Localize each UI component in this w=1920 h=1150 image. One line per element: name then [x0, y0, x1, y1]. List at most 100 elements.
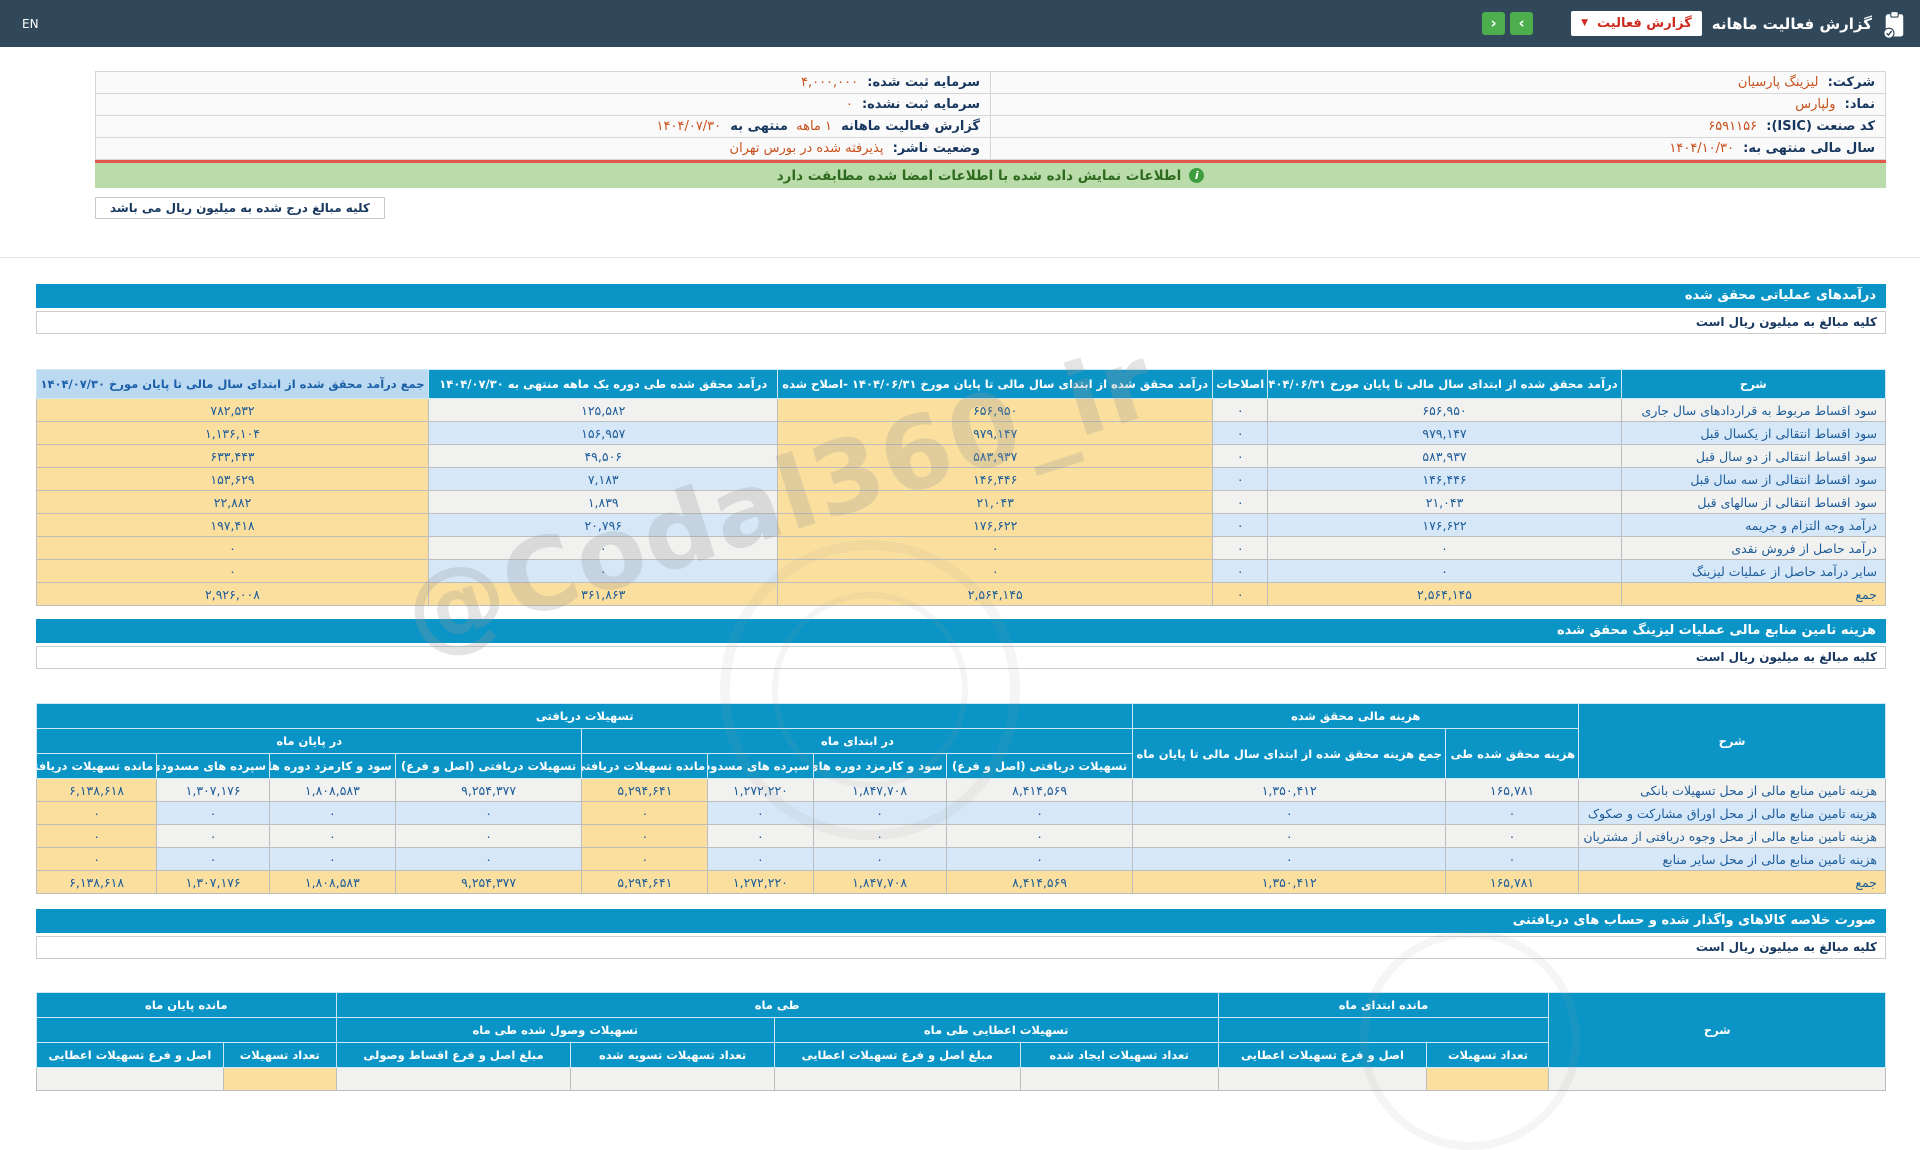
column-header-facilities-principal-end: تسهیلات دریافتی (اصل و فرع)	[394, 753, 583, 779]
value-cell: ۰	[35, 824, 158, 848]
value-cell: ۰	[35, 559, 430, 583]
value-cell: ۰	[1444, 847, 1580, 871]
value-cell	[570, 1067, 775, 1091]
column-header-facilities-created-count: تعداد تسهیلات ایجاد شده	[1019, 1042, 1219, 1068]
report-period-ending-label: منتهی به	[730, 119, 788, 134]
value-cell: ۰	[1211, 467, 1269, 491]
report-type-dropdown[interactable]: گزارش فعالیت ▼	[1571, 11, 1702, 36]
section-title-operating-revenue: درآمدهای عملیاتی محقق شده	[36, 284, 1886, 308]
value-cell: ۱,۱۳۶,۱۰۴	[35, 421, 430, 445]
isic-code-value: ۶۵۹۱۱۵۶	[1708, 119, 1758, 134]
value-cell: ۱۷۶,۶۲۲	[1267, 513, 1622, 537]
registered-capital-cell: سرمایه ثبت شده: ۴,۰۰۰,۰۰۰	[95, 71, 991, 94]
value-cell: ۰	[581, 801, 709, 825]
column-header-principal-granted-end: اصل و فرع تسهیلات اعطایی	[36, 1042, 224, 1068]
value-cell: ۸,۴۱۴,۵۶۹	[945, 870, 1134, 894]
column-header-facilities-count-end: تعداد تسهیلات	[222, 1042, 337, 1068]
company-info-table: شرکت: لیزینگ پارسیان سرمایه ثبت شده: ۴,۰…	[95, 71, 1886, 160]
ticker-label: نماد:	[1844, 97, 1875, 112]
registered-capital-value: ۴,۰۰۰,۰۰۰	[800, 75, 859, 90]
value-cell: ۰	[269, 824, 396, 848]
value-cell: ۰	[945, 847, 1134, 871]
value-cell: ۰	[1211, 490, 1269, 514]
chevron-right-icon: ›	[1518, 14, 1525, 32]
value-cell: ۲۱,۰۴۳	[777, 490, 1213, 514]
column-header-realized-until-0631: درآمد محقق شده از ابتدای سال مالی تا پای…	[1267, 369, 1622, 399]
value-cell: ۰	[394, 824, 583, 848]
row-label-cell: درآمد حاصل از فروش نقدی	[1620, 536, 1887, 560]
company-name-label: شرکت:	[1827, 75, 1875, 90]
value-cell: ۰	[945, 801, 1134, 825]
value-cell: ۲۰,۷۹۶	[428, 513, 779, 537]
value-cell: ۱۶۵,۷۸۱	[1444, 778, 1580, 802]
value-cell: ۱,۸۳۹	[428, 490, 779, 514]
value-cell: ۵۸۳,۹۳۷	[777, 444, 1213, 468]
value-cell: ۱,۲۷۲,۲۲۰	[707, 870, 814, 894]
language-toggle-en[interactable]: EN	[22, 17, 39, 31]
goods-receivables-table: شرح مانده ابتدای ماه طی ماه مانده پایان …	[36, 992, 1886, 1091]
value-cell: ۲,۹۲۶,۰۰۸	[35, 582, 430, 606]
report-type-dropdown-label: گزارش فعالیت	[1597, 16, 1692, 31]
value-cell: ۰	[812, 824, 947, 848]
column-header-principal-granted-begin: اصل و فرع تسهیلات اعطایی	[1217, 1042, 1428, 1068]
caret-down-icon: ▼	[1581, 18, 1589, 28]
value-cell: ۱,۳۵۰,۴۱۲	[1132, 778, 1446, 802]
value-cell: ۰	[156, 847, 271, 871]
column-header-adjustments: اصلاحات	[1211, 369, 1269, 399]
value-cell: ۰	[581, 847, 709, 871]
value-cell: ۹۷۹,۱۴۷	[1267, 421, 1622, 445]
amount-note-row: کلیه مبالغ درج شده به میلیون ریال می باش…	[95, 197, 1886, 219]
row-label-cell: جمع	[1578, 870, 1886, 894]
value-cell: ۱۴۶,۴۴۶	[777, 467, 1213, 491]
row-label-cell: هزینه تامین منابع مالی از محل سایر منابع	[1578, 847, 1886, 871]
content-divider	[0, 257, 1920, 258]
value-cell: ۶۵۶,۹۵۰	[1267, 398, 1622, 422]
table-row: سود اقساط انتقالی از یکسال قبل ۹۷۹,۱۴۷ ۰ ۹۷…	[35, 421, 1887, 445]
value-cell: ۰	[1211, 444, 1269, 468]
chevron-left-icon: ‹	[1490, 14, 1497, 32]
column-header-realized-one-month: درآمد محقق شده طی دوره یک ماهه منتهی به …	[428, 369, 779, 399]
fiscal-year-cell: سال مالی منتهی به: ۱۴۰۴/۱۰/۳۰	[990, 137, 1886, 160]
group-header-end-of-month: در پایان ماه	[35, 728, 583, 754]
value-cell	[1217, 1067, 1428, 1091]
table-row: سود اقساط انتقالی از سه سال قبل ۱۴۶,۴۴۶ ۰ ۱…	[35, 467, 1887, 491]
signature-match-text: اطلاعات نمایش داده شده با اطلاعات امضا ش…	[776, 167, 1182, 184]
operating-revenue-table: شرح درآمد محقق شده از ابتدای سال مالی تا…	[35, 369, 1887, 606]
value-cell: ۰	[35, 536, 430, 560]
table-row	[36, 1067, 1886, 1091]
value-cell: ۰	[156, 824, 271, 848]
value-cell: ۰	[394, 801, 583, 825]
value-cell: ۷,۱۸۳	[428, 467, 779, 491]
table-row: سود اقساط مربوط به قراردادهای سال جاری ۶۵…	[35, 398, 1887, 422]
group-header-begin-balance: مانده ابتدای ماه	[1217, 992, 1550, 1018]
value-cell: ۶,۱۳۸,۶۱۸	[35, 870, 158, 894]
value-cell: ۰	[1211, 536, 1269, 560]
value-cell: ۲۲,۸۸۲	[35, 490, 430, 514]
value-cell: ۴۹,۵۰۶	[428, 444, 779, 468]
value-cell: ۹,۲۵۴,۳۷۷	[394, 870, 583, 894]
ticker-cell: نماد: ولپارس	[990, 93, 1886, 116]
total-row: جمع ۲,۵۶۴,۱۴۵ ۰ ۲,۵۶۴,۱۴۵ ۳۶۱,۸۶۳ ۲,۹۲۶,۰۰۸	[35, 582, 1887, 606]
info-icon: i	[1189, 168, 1205, 183]
column-header-amount-collected: مبلغ اصل و فرع اقساط وصولی	[335, 1042, 572, 1068]
company-info-row: نماد: ولپارس سرمایه ثبت نشده: ۰	[95, 93, 1886, 116]
value-cell: ۳۶۱,۸۶۳	[428, 582, 779, 606]
signature-match-info-bar: i اطلاعات نمایش داده شده با اطلاعات امضا…	[95, 163, 1886, 188]
previous-report-button[interactable]: ‹	[1482, 12, 1506, 35]
row-label-cell: سود اقساط انتقالی از سالهای قبل	[1620, 490, 1887, 514]
section-title-goods-receivables: صورت خلاصه کالاهای واگذار شده و حساب های…	[36, 909, 1886, 933]
value-cell: ۵۸۳,۹۳۷	[1267, 444, 1622, 468]
next-report-button[interactable]: ›	[1510, 12, 1534, 35]
column-header-cost-during-month: هزینه محقق شده طی ماه	[1444, 728, 1580, 779]
value-cell: ۰	[1267, 559, 1622, 583]
group-header-during-month: طی ماه	[335, 992, 1219, 1018]
value-cell: ۰	[1132, 824, 1446, 848]
column-header-facilities-balance-begin: مانده تسهیلات دریافتی	[581, 753, 709, 779]
row-label-cell: هزینه تامین منابع مالی از محل اوراق مشار…	[1578, 801, 1886, 825]
column-header-facilities-principal-begin: تسهیلات دریافتی (اصل و فرع)	[945, 753, 1134, 779]
group-header-begin-of-month: در ابتدای ماه	[581, 728, 1134, 754]
million-rial-note: کلیه مبالغ به میلیون ریال است	[36, 646, 1886, 669]
report-period-cell: گزارش فعالیت ماهانه ۱ ماهه منتهی به ۱۴۰۴…	[95, 115, 991, 138]
topbar-right-group: گزارش فعالیت ماهانه گزارش فعالیت ▼ › ‹	[1482, 10, 1906, 38]
company-name-value: لیزینگ پارسیان	[1737, 75, 1819, 90]
